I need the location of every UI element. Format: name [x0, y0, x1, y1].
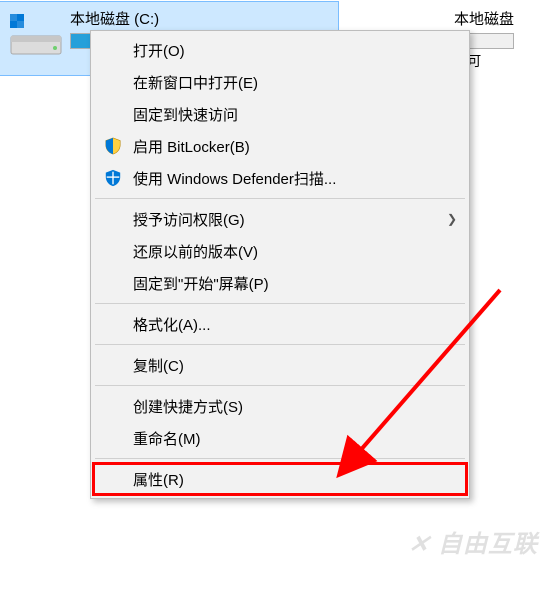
menu-separator: [95, 303, 465, 304]
menu-label: 格式化(A)...: [133, 314, 211, 335]
menu-label: 重命名(M): [133, 428, 201, 449]
menu-pin-start[interactable]: 固定到"开始"屏幕(P): [93, 267, 467, 299]
menu-label: 还原以前的版本(V): [133, 241, 258, 262]
context-menu: 打开(O) 在新窗口中打开(E) 固定到快速访问 启用 BitLocker(B)…: [90, 30, 470, 499]
menu-restore-previous[interactable]: 还原以前的版本(V): [93, 235, 467, 267]
menu-label: 启用 BitLocker(B): [133, 136, 250, 157]
menu-separator: [95, 385, 465, 386]
menu-label: 授予访问权限(G): [133, 209, 245, 230]
menu-label: 在新窗口中打开(E): [133, 72, 258, 93]
menu-label: 固定到快速访问: [133, 104, 238, 125]
menu-label: 固定到"开始"屏幕(P): [133, 273, 269, 294]
menu-bitlocker[interactable]: 启用 BitLocker(B): [93, 130, 467, 162]
drive-icon: [8, 6, 64, 62]
drive-label: 本地磁盘 (C:): [70, 8, 330, 29]
menu-separator: [95, 458, 465, 459]
menu-copy[interactable]: 复制(C): [93, 349, 467, 381]
menu-separator: [95, 198, 465, 199]
menu-create-shortcut[interactable]: 创建快捷方式(S): [93, 390, 467, 422]
shield-defender-icon: [103, 168, 123, 188]
watermark: ✕ 自由互联: [409, 524, 538, 559]
shield-bitlocker-icon: [103, 136, 123, 156]
menu-format[interactable]: 格式化(A)...: [93, 308, 467, 340]
menu-grant-access[interactable]: 授予访问权限(G) ❯: [93, 203, 467, 235]
drive-label: 本地磁盘: [454, 8, 514, 29]
menu-defender-scan[interactable]: 使用 Windows Defender扫描...: [93, 162, 467, 194]
menu-label: 复制(C): [133, 355, 184, 376]
menu-properties[interactable]: 属性(R): [93, 463, 467, 495]
menu-label: 创建快捷方式(S): [133, 396, 243, 417]
menu-label: 属性(R): [133, 469, 184, 490]
menu-rename[interactable]: 重命名(M): [93, 422, 467, 454]
menu-separator: [95, 344, 465, 345]
menu-label: 使用 Windows Defender扫描...: [133, 168, 336, 189]
menu-open-new-window[interactable]: 在新窗口中打开(E): [93, 66, 467, 98]
menu-pin-quick-access[interactable]: 固定到快速访问: [93, 98, 467, 130]
chevron-right-icon: ❯: [447, 212, 457, 226]
menu-label: 打开(O): [133, 40, 185, 61]
menu-open[interactable]: 打开(O): [93, 34, 467, 66]
